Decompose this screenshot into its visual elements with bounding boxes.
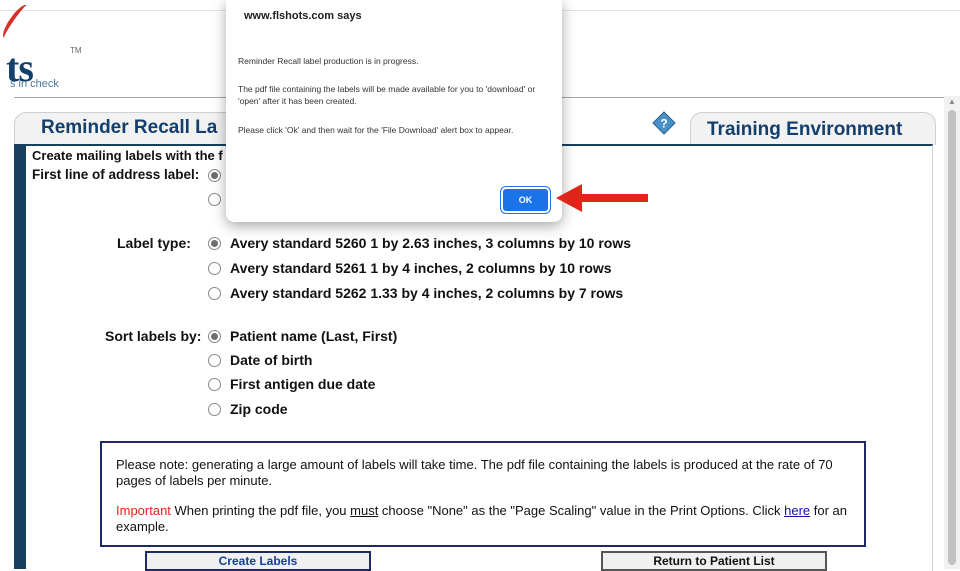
label-type-option-5260: Avery standard 5260 1 by 2.63 inches, 3 … <box>230 235 632 251</box>
page-title: Reminder Recall La <box>41 117 218 138</box>
red-arrow-icon <box>556 184 648 212</box>
page-title-tab: Reminder Recall La <box>14 112 256 145</box>
sort-by-label: Sort labels by: <box>105 328 202 344</box>
sort-option-date-of-birth: Date of birth <box>230 352 313 368</box>
help-diamond-icon[interactable]: ? <box>652 111 676 135</box>
alert-dialog: www.flshots.com says Reminder Recall lab… <box>226 0 562 222</box>
svg-text:?: ? <box>660 117 667 131</box>
dialog-message-1: Reminder Recall label production is in p… <box>238 56 419 66</box>
note-paragraph-2: Important When printing the pdf file, yo… <box>116 503 856 535</box>
left-navy-bar <box>14 144 26 569</box>
note-paragraph-1: Please note: generating a large amount o… <box>116 457 833 488</box>
dialog-ok-button[interactable]: OK <box>503 189 548 211</box>
important-label: Important <box>116 503 171 518</box>
logo-tagline: s in check <box>10 78 59 90</box>
first-line-radio-2[interactable] <box>208 193 221 206</box>
scroll-up-arrow-icon[interactable]: ▲ <box>944 96 960 108</box>
first-line-label: First line of address label: <box>32 167 200 182</box>
note-box: Please note: generating a large amount o… <box>100 441 866 547</box>
logo-trademark: TM <box>70 46 82 55</box>
page-scrollbar[interactable]: ▲ <box>944 96 960 569</box>
dialog-message-3: Please click 'Ok' and then wait for the … <box>238 125 514 135</box>
sort-option-antigen-due: First antigen due date <box>230 376 376 392</box>
create-labels-button[interactable]: Create Labels <box>145 551 371 571</box>
return-to-patient-list-button[interactable]: Return to Patient List <box>601 551 827 571</box>
label-type-radio-5261[interactable] <box>208 262 221 275</box>
dialog-title: www.flshots.com says <box>244 10 362 22</box>
sort-radio-date-of-birth[interactable] <box>208 354 221 367</box>
note-must: must <box>350 503 379 518</box>
label-type-option-5262: Avery standard 5262 1.33 by 4 inches, 2 … <box>230 285 624 301</box>
environment-tab: Training Environment <box>690 112 936 145</box>
sort-option-patient-name: Patient name (Last, First) <box>230 328 398 344</box>
example-link[interactable]: here <box>784 503 810 518</box>
form-intro: Create mailing labels with the f <box>32 148 223 163</box>
scroll-thumb[interactable] <box>948 110 956 565</box>
sort-radio-patient-name[interactable] <box>208 330 221 343</box>
label-type-radio-5262[interactable] <box>208 287 221 300</box>
note-text-b: choose "None" as the "Page Scaling" valu… <box>378 503 785 518</box>
environment-title: Training Environment <box>707 119 903 140</box>
sort-radio-antigen-due[interactable] <box>208 378 221 391</box>
flshots-logo: ts TM s in check <box>0 1 120 98</box>
sort-radio-zip[interactable] <box>208 403 221 416</box>
note-text-a: When printing the pdf file, you <box>170 503 351 518</box>
dialog-message-2: The pdf file containing the labels will … <box>238 84 536 106</box>
label-type-radio-5260[interactable] <box>208 237 221 250</box>
sort-option-zip: Zip code <box>230 401 288 417</box>
label-type-label: Label type: <box>117 235 191 251</box>
first-line-radio-1[interactable] <box>208 169 221 182</box>
label-type-option-5261: Avery standard 5261 1 by 4 inches, 2 col… <box>230 260 612 276</box>
